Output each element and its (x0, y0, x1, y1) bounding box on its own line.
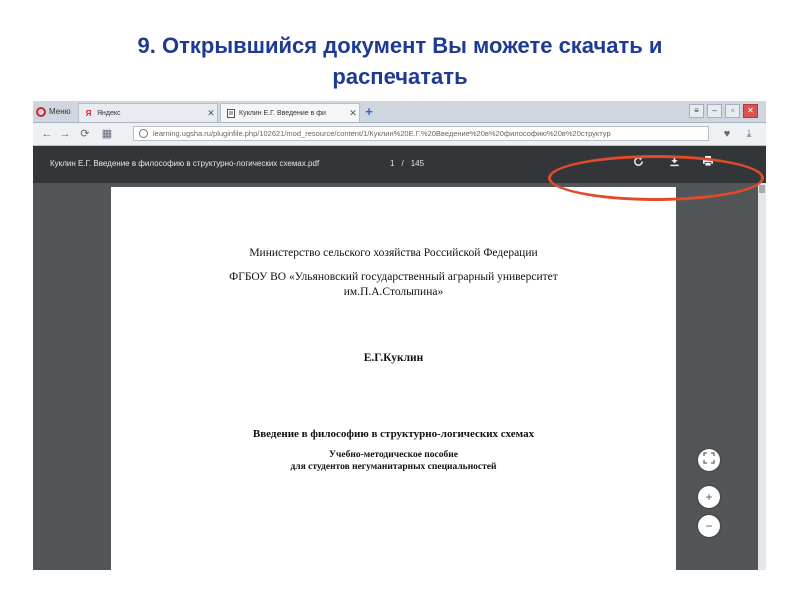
page-indicator: 1 / 145 (390, 159, 424, 168)
doc-university-line2: им.П.А.Столыпина» (343, 286, 444, 298)
address-bar: ← → ⟳ ▦ learning.ugsha.ru/pluginfile.php… (33, 123, 766, 146)
url-text: learning.ugsha.ru/pluginfile.php/102621/… (153, 129, 611, 138)
doc-ministry: Министерство сельского хозяйства Российс… (249, 247, 538, 259)
menu-label: Меню (49, 107, 71, 116)
doc-university-line1: ФГБОУ ВО «Ульяновский государственный аг… (229, 271, 558, 283)
pdf-viewer-area[interactable]: Министерство сельского хозяйства Российс… (33, 183, 766, 570)
new-tab-button[interactable]: + (362, 104, 376, 120)
browser-screenshot: Меню Я Яндекс ✕ Куклин Е.Г. Введение в ф… (33, 101, 766, 570)
tab-pdf-document[interactable]: Куклин Е.Г. Введение в фи ✕ (220, 103, 360, 122)
site-info-icon[interactable] (139, 129, 148, 138)
scrollbar-thumb[interactable] (759, 185, 765, 193)
slide-title-line2: распечатать (332, 64, 468, 89)
zoom-out-button[interactable]: − (698, 515, 720, 537)
document-favicon-icon (226, 108, 235, 118)
close-window-button[interactable]: ✕ (743, 104, 758, 118)
zoom-in-button[interactable]: + (698, 486, 720, 508)
doc-subtitle-line1: Учебно-методическое пособие (329, 450, 458, 460)
tab-label: Куклин Е.Г. Введение в фи (239, 109, 326, 117)
opera-menu-button[interactable]: Меню (33, 101, 75, 122)
pdf-toolbar: Куклин Е.Г. Введение в философию в струк… (33, 146, 766, 183)
tab-bar: Меню Я Яндекс ✕ Куклин Е.Г. Введение в ф… (33, 101, 766, 123)
minimize-button[interactable]: – (707, 104, 722, 118)
slide-title: 9. Открывшийся документ Вы можете скачат… (0, 30, 800, 92)
bookmark-heart-icon[interactable]: ♥ (719, 126, 735, 142)
page-separator: / (401, 159, 404, 168)
tab-close-icon[interactable]: ✕ (347, 108, 359, 119)
tab-yandex[interactable]: Я Яндекс ✕ (78, 103, 218, 122)
download-manager-icon[interactable]: ⤓ (741, 126, 757, 142)
opera-logo-icon (36, 106, 46, 117)
tab-close-icon[interactable]: ✕ (205, 108, 217, 119)
pdf-page: Министерство сельского хозяйства Российс… (111, 187, 676, 570)
total-pages: 145 (410, 159, 425, 168)
download-icon[interactable] (664, 154, 684, 174)
slide-title-line1: 9. Открывшийся документ Вы можете скачат… (137, 33, 663, 58)
tab-label: Яндекс (97, 109, 121, 117)
rotate-icon[interactable] (628, 154, 648, 174)
doc-author: Е.Г.Куклин (363, 352, 424, 364)
maximize-button[interactable]: ▫ (725, 104, 740, 118)
doc-book-title: Введение в философию в структурно-логиче… (252, 428, 535, 440)
url-field[interactable]: learning.ugsha.ru/pluginfile.php/102621/… (133, 126, 709, 141)
speed-dial-icon[interactable]: ▦ (99, 126, 115, 142)
yandex-favicon-icon: Я (85, 108, 92, 118)
current-page[interactable]: 1 (390, 159, 394, 168)
vertical-scrollbar[interactable] (758, 183, 766, 570)
pdf-file-title: Куклин Е.Г. Введение в философию в струк… (50, 159, 320, 168)
back-icon[interactable]: ← (39, 126, 55, 142)
tab-menu-icon[interactable]: ≡ (689, 104, 704, 118)
doc-subtitle-line2: для студентов негуманитарных специальнос… (290, 462, 497, 472)
fit-to-page-button[interactable] (698, 449, 720, 471)
reload-icon[interactable]: ⟳ (77, 126, 93, 142)
print-icon[interactable] (698, 154, 718, 174)
forward-icon[interactable]: → (57, 126, 73, 142)
